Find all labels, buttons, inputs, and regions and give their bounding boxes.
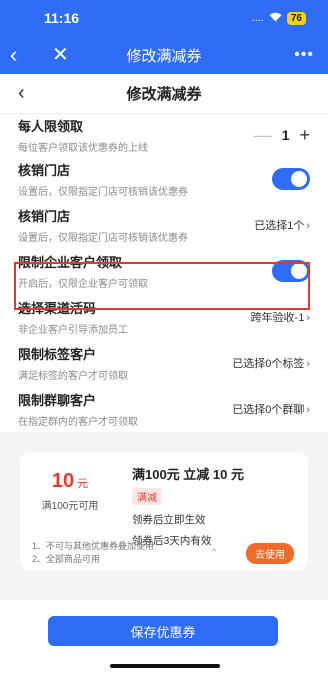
chevron-right-icon: › (306, 358, 310, 370)
row-label: 选择渠道活码 (18, 301, 97, 316)
coupon-tag: 满减 (132, 488, 162, 505)
row-desc: 满足标签的客户才可领取 (18, 371, 128, 382)
row-tag-limit[interactable]: 限制标签客户 满足标签的客户才可领取 已选择0个标签 › (0, 340, 328, 386)
store-toggle[interactable] (272, 168, 310, 190)
row-label: 核销门店 (18, 209, 71, 224)
page-title: 修改满减券 (126, 86, 202, 103)
minus-button[interactable]: — (254, 125, 272, 146)
row-store-toggle: 核销门店 设置后，仅限指定门店可核销该优惠券 (0, 156, 328, 202)
coupon-left: 10 元 满100元可用 (20, 452, 120, 530)
coupon-rules: 1、不可与其他优惠券叠加使用 2、全部商品可用 (32, 541, 155, 564)
app-nav-title: 修改满减券 (126, 47, 202, 65)
tag-select-value[interactable]: 已选择0个标签 › (232, 355, 310, 371)
chevron-up-icon[interactable]: ⌃ (210, 548, 218, 559)
coupon-line-1: 领券后立即生效 (132, 514, 206, 526)
row-desc: 在指定群内的客户才可领取 (18, 417, 138, 428)
row-desc: 设置后，仅限指定门店可核销该优惠券 (18, 187, 188, 198)
row-per-person-limit: 每人限领取 每位客户领取该优惠券的上线 — 1 + (0, 114, 328, 156)
plus-button[interactable]: + (299, 125, 310, 146)
row-desc: 开启后，仅限企业客户可领取 (18, 279, 148, 290)
row-desc: 每位客户领取该优惠券的上线 (18, 143, 148, 154)
store-select-value[interactable]: 已选择1个 › (254, 217, 310, 233)
status-bar: 11:16 .... 76 (0, 0, 328, 36)
home-indicator (110, 664, 220, 668)
coupon-condition: 满100元可用 (41, 501, 99, 512)
app-nav-bar: ‹ ✕ 修改满减券 ••• (0, 36, 328, 74)
chevron-right-icon: › (306, 404, 310, 416)
status-time: 11:16 (44, 10, 80, 26)
quantity-stepper: — 1 + (254, 125, 310, 146)
chevron-right-icon: › (306, 312, 310, 324)
save-coupon-button[interactable]: 保存优惠券 (48, 616, 278, 646)
row-label: 限制企业客户领取 (18, 255, 123, 270)
save-footer: 保存优惠券 (0, 600, 328, 676)
row-desc: 非企业客户引导添加员工 (18, 325, 128, 336)
coupon-card: 10 元 满100元可用 满100元 立减 10 元 满减 领券后立即生效 领券后… (20, 452, 308, 570)
settings-list: 每人限领取 每位客户领取该优惠券的上线 — 1 + 核销门店 设置后，仅限指定门… (0, 114, 328, 432)
toggle-knob (291, 171, 307, 187)
coupon-title: 满100元 立减 10 元 (132, 467, 244, 482)
wifi-icon (269, 12, 282, 25)
back-icon[interactable]: ‹ (10, 36, 17, 74)
chevron-right-icon: › (306, 220, 310, 232)
status-icons: .... 76 (251, 11, 306, 25)
coupon-preview: 10 元 满100元可用 满100元 立减 10 元 满减 领券后立即生效 领券后… (0, 432, 328, 570)
battery-icon: 76 (286, 11, 306, 25)
toggle-knob (291, 263, 307, 279)
row-group-limit[interactable]: 限制群聊客户 在指定群内的客户才可领取 已选择0个群聊 › (0, 386, 328, 432)
use-coupon-button[interactable]: 去使用 (246, 543, 294, 564)
row-label: 每人限领取 (18, 119, 84, 134)
coupon-right: 满100元 立减 10 元 满减 领券后立即生效 领券后3天内有效 (132, 464, 244, 548)
row-enterprise-limit: 限制企业客户领取 开启后，仅限企业客户可领取 (0, 248, 328, 294)
row-label: 限制群聊客户 (18, 393, 97, 408)
row-channel-code[interactable]: 选择渠道活码 非企业客户引导添加员工 跨年验收-1 › (0, 294, 328, 340)
page-header: ‹ 修改满减券 (0, 74, 328, 114)
stepper-value[interactable]: 1 (282, 127, 290, 143)
channel-code-value[interactable]: 跨年验收-1 › (251, 309, 310, 325)
row-label: 核销门店 (18, 163, 71, 178)
enterprise-toggle[interactable] (272, 260, 310, 282)
coupon-amount: 10 元 (51, 470, 89, 492)
row-desc: 设置后，仅限指定门店可核销该优惠券 (18, 233, 188, 244)
group-select-value[interactable]: 已选择0个群聊 › (232, 401, 310, 417)
row-label: 限制标签客户 (18, 347, 97, 362)
close-icon[interactable]: ✕ (52, 36, 69, 74)
signal-icon: .... (251, 12, 264, 24)
row-store-select[interactable]: 核销门店 设置后，仅限指定门店可核销该优惠券 已选择1个 › (0, 202, 328, 248)
more-icon[interactable]: ••• (294, 46, 314, 64)
page-back-icon[interactable]: ‹ (18, 82, 25, 105)
